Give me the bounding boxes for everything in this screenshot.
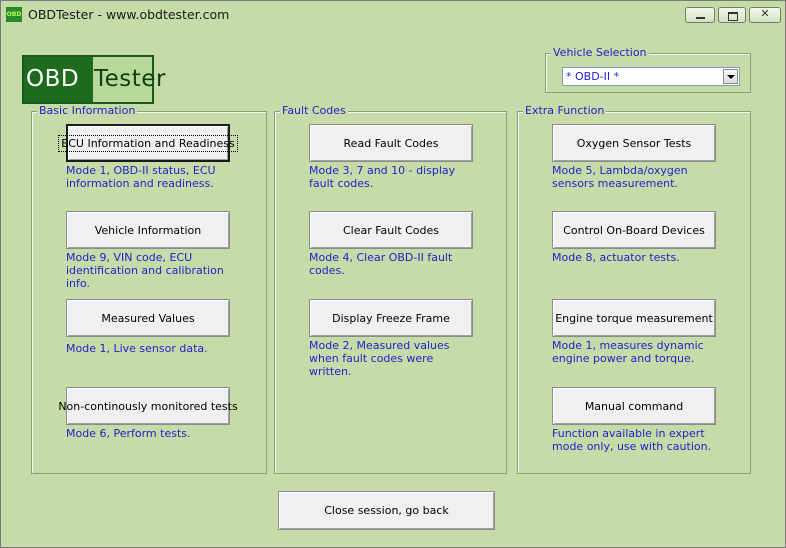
non-continously-monitored-tests-desc: Mode 6, Perform tests. (66, 427, 191, 440)
app-icon: OBD (6, 7, 22, 22)
minimize-button[interactable] (685, 7, 715, 23)
read-fault-codes-label: Read Fault Codes (343, 136, 439, 150)
control-on-board-devices-button[interactable]: Control On-Board Devices (552, 211, 716, 249)
close-session-label: Close session, go back (324, 504, 449, 517)
basic-information-label: Basic Information (37, 104, 138, 117)
engine-torque-measurement-button[interactable]: Engine torque measurement (552, 299, 716, 337)
non-continously-monitored-tests-label: Non-continously monitored tests (58, 399, 238, 413)
logo-text-tester: Tester (94, 66, 166, 92)
vehicle-select-dropdown[interactable]: * OBD-II * (562, 67, 740, 86)
engine-torque-measurement-label: Engine torque measurement (555, 311, 713, 325)
app-window: OBD OBDTester - www.obdtester.com ✕ OBD … (0, 0, 786, 548)
oxygen-sensor-tests-desc: Mode 5, Lambda/oxygen sensors measuremen… (552, 164, 688, 190)
display-freeze-frame-label: Display Freeze Frame (332, 311, 450, 325)
close-window-button[interactable]: ✕ (749, 7, 781, 23)
oxygen-sensor-tests-label: Oxygen Sensor Tests (576, 136, 692, 150)
obdtester-logo: OBD Tester (22, 55, 165, 104)
display-freeze-frame-button[interactable]: Display Freeze Frame (309, 299, 473, 337)
maximize-icon (728, 12, 738, 21)
control-on-board-devices-desc: Mode 8, actuator tests. (552, 251, 680, 264)
measured-values-button[interactable]: Measured Values (66, 299, 230, 337)
measured-values-desc: Mode 1, Live sensor data. (66, 342, 208, 355)
clear-fault-codes-label: Clear Fault Codes (342, 223, 440, 237)
manual-command-desc: Function available in expert mode only, … (552, 427, 712, 453)
control-on-board-devices-label: Control On-Board Devices (563, 223, 705, 237)
vehicle-selection-label: Vehicle Selection (551, 46, 649, 59)
display-freeze-frame-desc: Mode 2, Measured values when fault codes… (309, 339, 450, 378)
vehicle-information-label: Vehicle Information (94, 223, 202, 237)
clear-fault-codes-button[interactable]: Clear Fault Codes (309, 211, 473, 249)
read-fault-codes-button[interactable]: Read Fault Codes (309, 124, 473, 162)
non-continously-monitored-tests-button[interactable]: Non-continously monitored tests (58, 387, 238, 425)
ecu-information-label: ECU Information and Readiness (58, 134, 238, 152)
manual-command-label: Manual command (584, 399, 684, 413)
close-session-button[interactable]: Close session, go back (278, 491, 495, 530)
title-bar[interactable]: OBD OBDTester - www.obdtester.com ✕ (1, 1, 785, 29)
ecu-information-button[interactable]: ECU Information and Readiness (58, 124, 238, 162)
vehicle-information-desc: Mode 9, VIN code, ECU identification and… (66, 251, 224, 290)
engine-torque-measurement-desc: Mode 1, measures dynamic engine power an… (552, 339, 704, 365)
extra-function-label: Extra Function (523, 104, 607, 117)
read-fault-codes-desc: Mode 3, 7 and 10 - display fault codes. (309, 164, 456, 190)
close-icon: ✕ (760, 7, 770, 20)
maximize-button[interactable] (718, 7, 746, 23)
logo-text-obd: OBD (26, 66, 80, 92)
minimize-icon (696, 17, 705, 19)
vehicle-information-button[interactable]: Vehicle Information (66, 211, 230, 249)
chevron-down-icon[interactable] (723, 69, 738, 84)
window-controls: ✕ (685, 7, 783, 24)
measured-values-label: Measured Values (101, 311, 195, 325)
ecu-information-desc: Mode 1, OBD-II status, ECU information a… (66, 164, 216, 190)
window-title: OBDTester - www.obdtester.com (28, 7, 230, 22)
oxygen-sensor-tests-button[interactable]: Oxygen Sensor Tests (552, 124, 716, 162)
manual-command-button[interactable]: Manual command (552, 387, 716, 425)
clear-fault-codes-desc: Mode 4, Clear OBD-II fault codes. (309, 251, 453, 277)
vehicle-select-value: * OBD-II * (566, 70, 620, 83)
fault-codes-label: Fault Codes (280, 104, 348, 117)
